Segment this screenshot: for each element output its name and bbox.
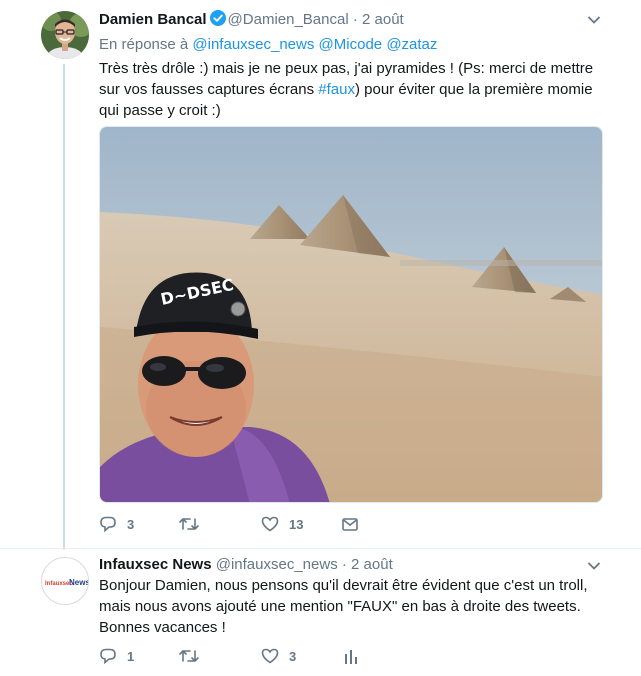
reply-button[interactable]: 3 <box>99 515 134 533</box>
tweet-text: Bonjour Damien, nous pensons qu'il devra… <box>99 577 588 636</box>
separator-dot: · <box>341 556 347 573</box>
like-button[interactable]: 3 <box>261 647 296 665</box>
direct-message-icon <box>342 518 358 531</box>
like-count: 3 <box>289 648 297 664</box>
tweet-photo[interactable]: D~DSEC <box>99 126 603 503</box>
verified-badge-icon <box>209 10 226 26</box>
like-button[interactable]: 13 <box>261 515 303 533</box>
reply-button[interactable]: 1 <box>99 647 134 665</box>
direct-message-button[interactable] <box>341 515 359 533</box>
reply-prefix: En réponse à <box>99 36 189 53</box>
analytics-icon <box>345 650 357 664</box>
author-handle[interactable]: @Damien_Bancal <box>228 11 349 28</box>
tweet-header: Infauxsec News @infauxsec_news · 2 août <box>99 556 393 573</box>
tweet-text: Très très drôle :) mais je ne peux pas, … <box>99 58 604 121</box>
reply-context: En réponse à @infauxsec_news @Micode @za… <box>99 36 437 53</box>
retweet-button[interactable] <box>179 515 209 533</box>
avatar-damien[interactable] <box>41 11 89 59</box>
retweet-icon <box>179 518 199 530</box>
like-icon <box>261 516 279 532</box>
reply-mention-zataz[interactable]: @zataz <box>386 36 437 53</box>
tweet-infauxsec-news: Infauxsec News Infauxsec News @infauxsec… <box>0 548 641 676</box>
tweet-damien-bancal: Damien Bancal @Damien_Bancal · 2 août En … <box>0 0 641 548</box>
tweet-date[interactable]: 2 août <box>351 556 393 573</box>
avatar-logo-text-b: News <box>69 578 89 587</box>
separator-dot: · <box>352 11 358 28</box>
like-count: 13 <box>289 516 304 532</box>
like-icon <box>261 648 279 664</box>
author-name[interactable]: Damien Bancal <box>99 11 207 28</box>
reply-icon <box>100 516 116 533</box>
reply-count: 1 <box>127 648 135 664</box>
reply-icon <box>100 648 116 665</box>
chevron-down-icon[interactable] <box>587 561 601 571</box>
author-name[interactable]: Infauxsec News <box>99 556 212 573</box>
avatar-infauxsec[interactable]: Infauxsec News <box>41 557 89 605</box>
reply-count: 3 <box>127 516 135 532</box>
reply-mention-micode[interactable]: @Micode <box>319 36 383 53</box>
tweet-date[interactable]: 2 août <box>362 11 404 28</box>
analytics-button[interactable] <box>343 647 359 665</box>
reply-mention-infauxsec[interactable]: @infauxsec_news <box>192 36 314 53</box>
chevron-down-icon[interactable] <box>587 15 601 25</box>
retweet-icon <box>179 650 199 662</box>
author-handle[interactable]: @infauxsec_news <box>216 556 338 573</box>
tweet-header: Damien Bancal @Damien_Bancal · 2 août <box>99 10 404 28</box>
hashtag-faux[interactable]: #faux <box>318 81 355 98</box>
retweet-button[interactable] <box>179 647 209 665</box>
